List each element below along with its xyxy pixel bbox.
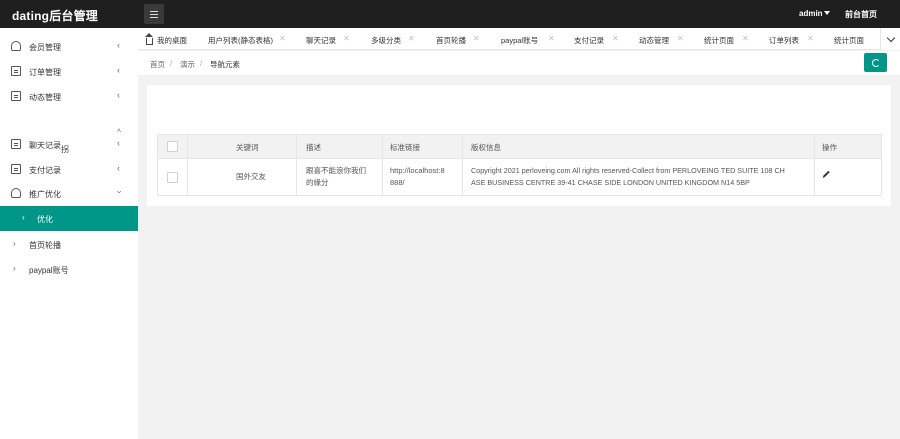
breadcrumb: 首页 / 演示 / 导航元素 — [138, 51, 900, 75]
close-icon[interactable]: ✕ — [807, 34, 814, 43]
column-header-keyword: 关键词 — [236, 143, 259, 152]
chevron-left-icon: ‹ — [117, 138, 120, 148]
row-checkbox[interactable] — [167, 172, 178, 183]
tab-orders[interactable]: 订单列表 — [769, 35, 799, 46]
chevron-right-icon: › — [13, 239, 16, 248]
breadcrumb-demo[interactable]: 演示 — [180, 59, 195, 70]
sidebar-item-chats[interactable]: 聊天记录 ‹ — [0, 132, 138, 157]
sidebar-item-label: 推广优化 — [29, 190, 61, 199]
close-icon[interactable]: ✕ — [408, 34, 415, 43]
breadcrumb-home[interactable]: 首页 — [150, 59, 165, 70]
chevron-right-icon: › — [13, 264, 16, 273]
tab-paypal[interactable]: paypal账号 — [501, 35, 538, 46]
tab-chats[interactable]: 聊天记录 — [306, 35, 336, 46]
cell-link-line-1: http://localhost:8 — [390, 166, 445, 175]
chevron-left-icon: ‹ — [117, 40, 120, 50]
sidebar-item-label: 聊天记录 — [29, 141, 61, 150]
front-page-link[interactable]: 前台首页 — [845, 9, 877, 20]
menu-toggle-button[interactable] — [144, 4, 164, 24]
column-header-link: 标准链接 — [390, 143, 420, 152]
tab-stats[interactable]: 统计页面 — [704, 35, 734, 46]
cell-copyright-line-1: Copyright 2021 perloveing.com All rights… — [471, 166, 785, 175]
sidebar-item-promotion[interactable]: 推广优化 ‹ — [0, 181, 138, 206]
tab-moments[interactable]: 动态管理 — [639, 35, 669, 46]
breadcrumb-current: 导航元素 — [210, 60, 240, 69]
sidebar-item-label: paypal账号 — [29, 266, 69, 275]
app-logo: dating后台管理 — [12, 9, 98, 23]
sidebar-item-label: 优化 — [37, 215, 53, 224]
tab-bar: 我的桌面 用户列表(静态表格) ✕ 聊天记录 ✕ 多级分类 ✕ 首页轮播 ✕ p… — [138, 28, 900, 50]
sidebar-item-label: 会员管理 — [29, 43, 61, 52]
sidebar-item-label: 支付记录 — [29, 166, 61, 175]
cell-desc-line-2: 的缘分 — [306, 178, 329, 187]
sidebar-item-label: 订单管理 — [29, 68, 61, 77]
sidebar-item-members[interactable]: 会员管理 ‹ — [0, 34, 138, 59]
tab-payments[interactable]: 支付记录 — [574, 35, 604, 46]
select-all-checkbox[interactable] — [167, 141, 178, 152]
sidebar-item-label: 动态管理 — [29, 93, 61, 102]
sidebar-item-payments[interactable]: 支付记录 ‹ — [0, 157, 138, 182]
close-icon[interactable]: ✕ — [742, 34, 749, 43]
tab-label: 我的桌面 — [157, 36, 187, 45]
top-header: dating后台管理 admin 前台首页 — [0, 0, 900, 28]
tab-banner[interactable]: 首页轮播 — [436, 35, 466, 46]
chevron-down-icon — [886, 33, 895, 42]
caret-down-icon[interactable] — [824, 11, 830, 15]
hamburger-icon — [150, 10, 158, 12]
doc-icon — [11, 91, 21, 101]
table-header — [158, 135, 881, 159]
sidebar-item-orders[interactable]: 订单管理 ‹ — [0, 59, 138, 84]
user-icon — [11, 41, 21, 51]
tab-categories[interactable]: 多级分类 — [371, 35, 401, 46]
cell-link-line-2: 888/ — [390, 178, 405, 187]
cell-desc-line-1: 跟喜不能浪你我们 — [306, 166, 366, 175]
close-icon[interactable]: ✕ — [548, 34, 555, 43]
chevron-left-icon: ‹ — [117, 65, 120, 75]
column-header-action: 操作 — [822, 143, 837, 152]
sidebar-item-moments[interactable]: 动态管理 ‹ — [0, 84, 138, 109]
close-icon[interactable]: ✕ — [612, 34, 619, 43]
tab-home[interactable]: 我的桌面 — [145, 33, 187, 46]
refresh-button[interactable] — [864, 53, 887, 72]
breadcrumb-separator: / — [170, 59, 173, 68]
sidebar-item-label: 首页轮播 — [29, 241, 61, 250]
cell-copyright-line-2: ASE BUSINESS CENTRE 39-41 CHASE SIDE LON… — [471, 178, 750, 187]
breadcrumb-separator: / — [200, 59, 203, 68]
doc-icon — [11, 66, 21, 76]
group-icon — [11, 188, 21, 198]
close-icon[interactable]: ✕ — [473, 34, 480, 43]
refresh-icon — [871, 58, 880, 67]
chevron-down-icon: ‹ — [113, 190, 124, 194]
home-icon — [145, 33, 153, 45]
column-header-desc: 描述 — [306, 143, 321, 152]
sidebar-item-paypal[interactable]: › paypal账号 — [0, 257, 138, 282]
close-icon[interactable]: ✕ — [279, 34, 286, 43]
tab-more-button[interactable] — [880, 28, 900, 50]
sidebar: 会员管理 ‹ 订单管理 ‹ 动态管理 ‹ ˄ 拐 聊天记录 ‹ 支付记录 ‹ 推… — [0, 28, 138, 439]
chevron-left-icon: ‹ — [117, 90, 120, 100]
close-icon[interactable]: ✕ — [343, 34, 350, 43]
tab-stats-2[interactable]: 统计页面 — [834, 35, 864, 46]
sidebar-item-banner[interactable]: › 首页轮播 — [0, 232, 138, 257]
tab-user-list[interactable]: 用户列表(静态表格) — [208, 35, 273, 46]
sidebar-subitem-optimize[interactable]: › 优化 — [0, 206, 138, 231]
user-menu[interactable]: admin — [799, 9, 823, 18]
doc-icon — [11, 164, 21, 174]
doc-icon — [11, 139, 21, 149]
column-header-copyright: 版权信息 — [471, 143, 501, 152]
chevron-right-icon: › — [22, 213, 25, 222]
chevron-left-icon: ‹ — [117, 163, 120, 173]
close-icon[interactable]: ✕ — [677, 34, 684, 43]
cell-keyword: 国外交友 — [236, 172, 266, 181]
